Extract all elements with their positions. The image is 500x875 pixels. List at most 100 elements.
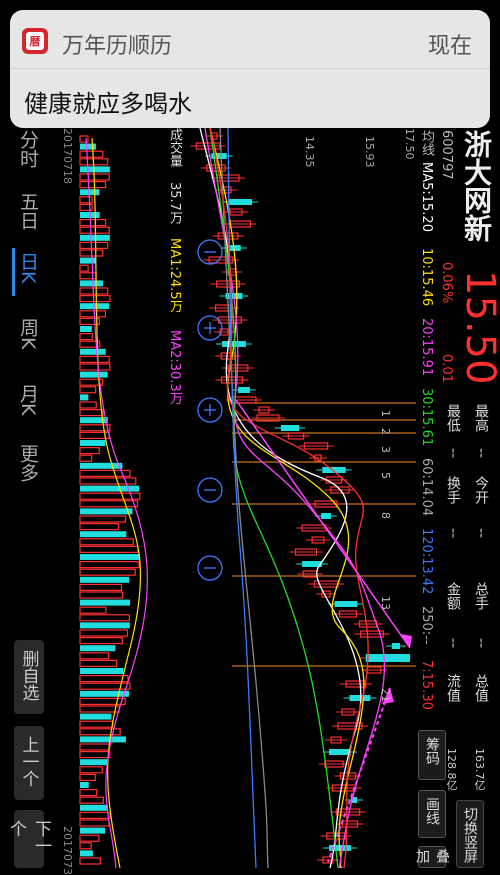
chart-tool-icon[interactable] xyxy=(197,477,223,503)
volume-bar xyxy=(79,272,97,280)
remove-watchlist-label: 删自选 xyxy=(18,650,39,701)
stat-volume-label: 总手 xyxy=(473,582,489,610)
ma120-value: 120:13.42 xyxy=(419,528,434,595)
stat-total-cap-value: 163.7亿 xyxy=(473,748,486,791)
prev-stock-button[interactable]: 上一个 xyxy=(14,726,44,800)
tab-more[interactable]: 更多 xyxy=(17,444,39,482)
tab-monthly-k[interactable]: 月K xyxy=(17,384,39,415)
chips-button[interactable]: 筹码 xyxy=(418,730,446,780)
volume-bar xyxy=(80,280,103,287)
volume-bar xyxy=(79,538,134,546)
stat-turnover-value: -- xyxy=(445,528,461,539)
volume-bar xyxy=(79,196,93,204)
candle-body xyxy=(392,643,400,649)
volume-bar xyxy=(79,241,109,250)
fib-label-1: 1 xyxy=(379,410,392,417)
candle-body xyxy=(321,513,331,519)
stat-turnover-label: 换手 xyxy=(445,476,461,504)
tab-weekly-k[interactable]: 周K xyxy=(17,318,39,349)
volume-bar xyxy=(80,850,93,857)
volume-bar xyxy=(80,622,130,629)
volume-bar xyxy=(80,713,112,720)
stat-amount-value: -- xyxy=(445,638,461,649)
stock-change: 0.01 xyxy=(439,354,454,383)
next-stock-button[interactable]: 下一个 xyxy=(6,810,51,868)
switch-portrait-label: 切换竖屏 xyxy=(462,807,478,863)
stat-open-label: 今开 xyxy=(473,476,489,504)
ma-legend-label: 均线 xyxy=(419,130,434,156)
chips-label: 筹码 xyxy=(424,737,440,765)
ma250-value: 250:-- xyxy=(419,606,434,645)
stat-high-value: -- xyxy=(473,448,489,459)
volume-bar xyxy=(80,166,110,173)
volume-bar xyxy=(79,857,101,865)
volume-bar xyxy=(79,401,97,409)
volume-bar xyxy=(79,697,126,706)
ma10-value: 10:15.46 xyxy=(419,248,434,307)
stock-code: 600797 xyxy=(439,130,454,180)
volume-bar xyxy=(79,424,111,432)
candle-body xyxy=(228,199,252,205)
volume-bar xyxy=(79,583,123,591)
volume-bar xyxy=(80,417,108,424)
volume-bar xyxy=(80,394,89,401)
volume-bar xyxy=(79,842,92,850)
volume-bar xyxy=(79,750,111,759)
overlay-label: 叠加 xyxy=(414,849,450,863)
notification-banner[interactable]: 暦 万年历顺历 现在 健康就应多喝水 xyxy=(10,10,490,128)
volume-bar xyxy=(79,796,104,804)
ma20-value: 20:15.91 xyxy=(419,318,434,377)
volume-bar xyxy=(79,788,98,797)
tab-intraday[interactable]: 分时 xyxy=(17,130,39,168)
overlay-button[interactable]: 叠加 xyxy=(414,846,450,868)
notification-app-name: 万年历顺历 xyxy=(62,34,173,59)
draw-line-label: 画线 xyxy=(424,797,440,825)
volume-bar xyxy=(79,218,107,227)
chart-tool-icon[interactable] xyxy=(197,397,223,423)
remove-watchlist-button[interactable]: 删自选 xyxy=(14,640,44,714)
volume-bar xyxy=(79,682,131,690)
volume-bar xyxy=(80,759,108,766)
kline-chart[interactable]: 1 2 3 5 8 13 21 xyxy=(60,128,416,868)
volume-bar xyxy=(80,782,89,788)
volume-bar xyxy=(80,143,96,150)
volume-bar xyxy=(79,515,127,523)
volume-bar xyxy=(80,690,129,697)
trend-arrow-line xyxy=(235,399,411,649)
chart-tool-icon[interactable] xyxy=(197,555,223,581)
candle-body-highlight xyxy=(366,654,410,662)
volume-bar xyxy=(79,355,110,363)
switch-portrait-button[interactable]: 切换竖屏 xyxy=(456,800,484,868)
draw-line-button[interactable]: 画线 xyxy=(418,790,446,838)
volume-bar xyxy=(79,264,89,272)
calendar-app-icon-glyph: 暦 xyxy=(26,32,44,50)
volume-bar xyxy=(79,591,124,599)
stock-change-pct: 0.06% xyxy=(439,262,454,304)
candle-body xyxy=(349,695,371,701)
tab-daily-k[interactable]: 日K xyxy=(17,252,39,283)
volume-bar xyxy=(79,819,110,827)
tab-five-day[interactable]: 五日 xyxy=(17,192,39,230)
volume-bar xyxy=(79,834,100,842)
volume-bar xyxy=(79,637,123,645)
volume-bar xyxy=(80,531,127,538)
volume-bar xyxy=(79,500,139,508)
candle-body xyxy=(329,749,351,755)
volume-bar xyxy=(79,720,114,728)
volume-bar xyxy=(79,705,120,713)
volume-bar xyxy=(80,804,109,811)
chart-tool-icons[interactable] xyxy=(197,239,223,581)
fib-label-21: 21 xyxy=(379,688,392,702)
volume-bar xyxy=(80,189,100,196)
volume-bar xyxy=(80,462,123,469)
chart-tool-icon[interactable] xyxy=(197,315,223,341)
fib-label-8: 8 xyxy=(379,512,392,519)
volume-bar xyxy=(80,485,140,492)
volume-bar xyxy=(79,180,107,189)
volume-bar xyxy=(80,645,116,652)
notification-time: 现在 xyxy=(427,34,472,59)
volume-bar xyxy=(79,333,93,341)
volume-bar xyxy=(79,606,107,614)
volume-bar xyxy=(80,576,130,583)
moving-average-lines xyxy=(199,128,386,868)
